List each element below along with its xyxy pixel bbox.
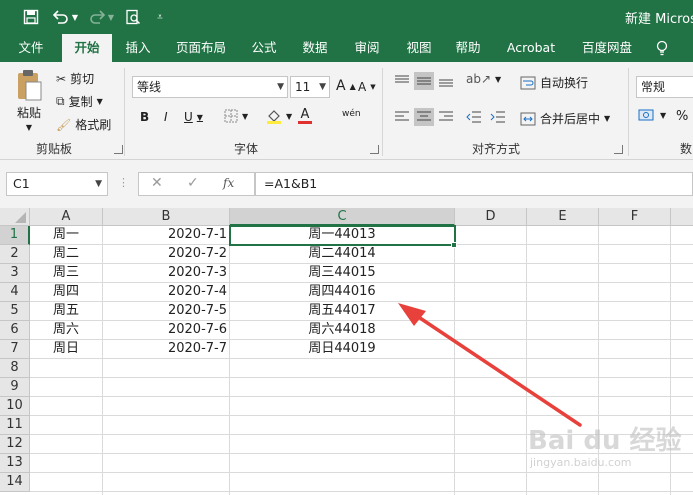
baidu-watermark: Bai du 经验 [528,426,682,456]
annotation-arrow-head [398,303,426,326]
annotation-arrow-shaft [406,308,582,427]
baidu-watermark-url: jingyan.baidu.com [530,456,632,469]
